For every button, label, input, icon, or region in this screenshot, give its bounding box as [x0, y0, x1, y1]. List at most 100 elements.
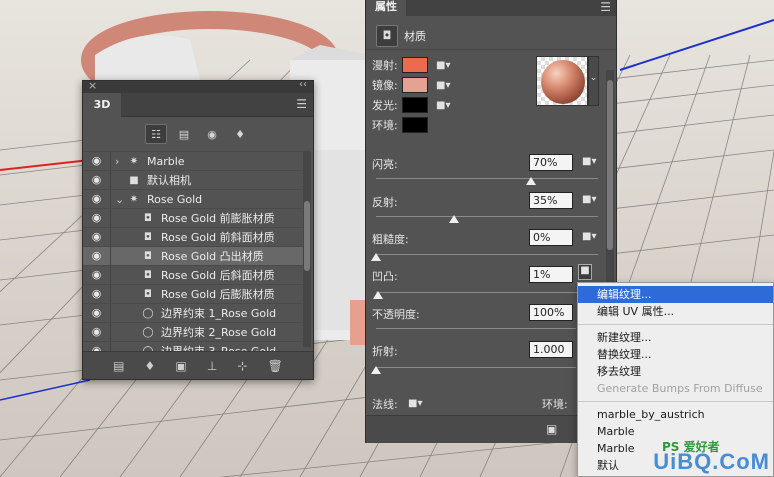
menu-replace-texture[interactable]: 替换纹理... — [578, 346, 773, 363]
folder-icon[interactable]: ■▾ — [582, 156, 596, 167]
tab-3d[interactable]: 3D — [83, 93, 121, 117]
layer-row[interactable]: ◉ ■ 默认相机 — [83, 170, 305, 189]
lights-filter-icon[interactable]: ♦ — [229, 124, 251, 144]
layer-row[interactable]: ◉ › ✷ Marble — [83, 151, 305, 170]
meshes-filter-icon[interactable]: ▤ — [173, 124, 195, 144]
reflection-input[interactable]: 35% — [529, 192, 573, 209]
3d-layer-list: ◉ › ✷ Marble ◉ ■ 默认相机 ◉ ⌄ ✷ Rose Gold ◉ … — [83, 151, 305, 360]
panel-menu-icon[interactable]: ☰ — [600, 0, 611, 14]
specular-swatch[interactable] — [402, 77, 428, 93]
material-preview-sphere[interactable] — [536, 56, 588, 106]
layer-row[interactable]: ◉ ◘ Rose Gold 后膨胀材质 — [83, 284, 305, 303]
shine-slider-track[interactable] — [376, 178, 598, 179]
3d-panel-tabbar: 3D ☰ — [83, 93, 313, 117]
eye-icon[interactable]: ◉ — [83, 209, 111, 227]
layer-row[interactable]: ◉ ◘ Rose Gold 前膨胀材质 — [83, 208, 305, 227]
material-icon: ◘ — [144, 288, 152, 300]
materials-filter-icon[interactable]: ◉ — [201, 124, 223, 144]
roughness-slider-thumb[interactable] — [371, 253, 381, 261]
material-icon: ◘ — [144, 250, 152, 262]
shine-input[interactable]: 70% — [529, 154, 573, 171]
reflection-label: 反射: — [372, 196, 398, 209]
tab-properties[interactable]: 属性 — [366, 0, 406, 16]
constraint-icon: ◯ — [142, 307, 154, 319]
eye-icon[interactable]: ◉ — [83, 152, 111, 170]
3d-panel: × ‹‹ 3D ☰ ☷ ▤ ◉ ♦ ◉ › ✷ Marble ◉ ■ 默认相机 … — [82, 79, 314, 380]
add-mesh-icon[interactable]: ▤ — [113, 359, 124, 373]
refraction-slider-thumb[interactable] — [371, 366, 381, 374]
opacity-slider-track[interactable] — [376, 328, 576, 329]
layer-row[interactable]: ◉ ◯ 边界约束 1_Rose Gold — [83, 303, 305, 322]
add-light-icon[interactable]: ♦ — [145, 359, 156, 373]
menu-edit-uv[interactable]: 编辑 UV 属性... — [578, 303, 773, 320]
folder-icon[interactable]: ■▾ — [582, 194, 596, 205]
diffuse-row: 漫射: ■▾ — [372, 56, 450, 74]
eye-icon[interactable]: ◉ — [83, 171, 111, 189]
add-constraint-icon[interactable]: ⊹ — [237, 359, 247, 373]
whole-scene-filter-icon[interactable]: ☷ — [145, 124, 167, 144]
scroll-thumb[interactable] — [607, 80, 613, 250]
diffuse-swatch[interactable] — [402, 57, 428, 73]
folder-icon[interactable]: ■▾ — [436, 60, 450, 71]
render-icon[interactable]: ▣ — [175, 359, 186, 373]
bump-slider-track[interactable] — [376, 292, 582, 293]
menu-separator — [578, 401, 773, 402]
render-icon[interactable]: ▣ — [546, 422, 557, 436]
layer-row[interactable]: ◉ ◘ Rose Gold 前斜面材质 — [83, 227, 305, 246]
sphere-ball — [541, 60, 585, 104]
folder-icon[interactable]: ■▾ — [436, 80, 450, 91]
menu-new-texture[interactable]: 新建纹理... — [578, 329, 773, 346]
material-icon[interactable]: ◘ — [376, 24, 398, 47]
trash-icon[interactable]: 🗑 — [268, 359, 283, 373]
eye-icon[interactable]: ◉ — [83, 228, 111, 246]
shine-label: 闪亮: — [372, 158, 398, 171]
ambient-row: 环境: — [372, 116, 436, 134]
ambient-swatch[interactable] — [402, 117, 428, 133]
chevron-right-icon[interactable]: › — [115, 155, 127, 168]
eye-icon[interactable]: ◉ — [83, 285, 111, 303]
mesh-icon: ✷ — [129, 193, 139, 205]
scroll-thumb[interactable] — [304, 201, 310, 271]
eye-icon[interactable]: ◉ — [83, 323, 111, 341]
bump-slider-thumb[interactable] — [373, 291, 384, 299]
menu-remove-texture[interactable]: 移去纹理 — [578, 363, 773, 380]
roughness-input[interactable]: 0% — [529, 229, 573, 246]
folder-icon[interactable]: ■▾ — [582, 231, 596, 242]
opacity-input[interactable]: 100% — [529, 304, 573, 321]
chevron-down-icon[interactable]: ⌄ — [115, 193, 127, 206]
specular-row: 镜像: ■▾ — [372, 76, 450, 94]
folder-icon[interactable]: ■▾ — [408, 398, 422, 409]
layer-row[interactable]: ◉ ◯ 边界约束 2_Rose Gold — [83, 322, 305, 341]
close-icon[interactable]: × — [88, 79, 97, 92]
bump-input[interactable]: 1% — [529, 266, 573, 283]
layer-row[interactable]: ◉ ◘ Rose Gold 后斜面材质 — [83, 265, 305, 284]
texture-menu-icon[interactable]: ■ — [578, 264, 592, 280]
layer-label: Rose Gold 前斜面材质 — [161, 231, 275, 244]
eye-icon[interactable]: ◉ — [83, 266, 111, 284]
layer-row-selected[interactable]: ◉ ◘ Rose Gold 凸出材质 — [83, 246, 305, 265]
layer-label: Rose Gold — [147, 192, 203, 206]
folder-icon[interactable]: ■▾ — [436, 100, 450, 111]
refraction-slider-track[interactable] — [376, 367, 576, 368]
material-icon: ◘ — [144, 231, 152, 243]
panel-menu-icon[interactable]: ☰ — [296, 97, 307, 111]
3d-panel-titlebar: × ‹‹ — [83, 79, 313, 93]
collapse-icon[interactable]: ‹‹ — [299, 79, 307, 90]
eye-icon[interactable]: ◉ — [83, 190, 111, 208]
reflection-slider-thumb[interactable] — [448, 215, 459, 223]
eye-icon[interactable]: ◉ — [83, 247, 111, 265]
drop-to-ground-icon[interactable]: ⊥ — [207, 359, 217, 373]
menu-edit-texture[interactable]: 编辑纹理... — [578, 286, 773, 303]
roughness-label: 粗糙度: — [372, 233, 409, 246]
3d-panel-scrollbar[interactable] — [303, 151, 311, 347]
reflection-slider-track[interactable] — [376, 216, 598, 217]
eye-icon[interactable]: ◉ — [83, 304, 111, 322]
environment-label: 环境: — [542, 398, 568, 411]
menu-texture-marble-by-austrich[interactable]: marble_by_austrich — [578, 406, 773, 423]
layer-row[interactable]: ◉ ⌄ ✷ Rose Gold — [83, 189, 305, 208]
refraction-input[interactable]: 1.000 — [529, 341, 573, 358]
emission-swatch[interactable] — [402, 97, 428, 113]
roughness-slider-track[interactable] — [376, 254, 598, 255]
shine-slider-thumb[interactable] — [526, 177, 537, 185]
material-picker-dropdown[interactable]: ⌄ — [588, 56, 599, 106]
